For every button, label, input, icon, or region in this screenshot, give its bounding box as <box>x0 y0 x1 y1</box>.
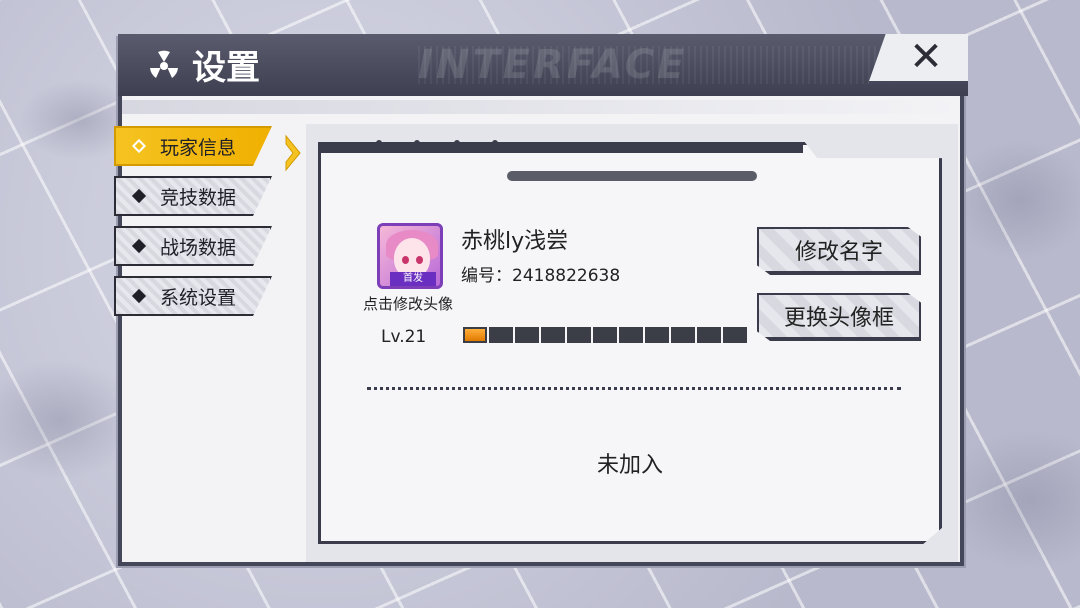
sidebar-item-battlefield-data[interactable]: 战场数据 <box>114 226 272 266</box>
avatar[interactable]: 首发 <box>377 223 443 289</box>
sidebar-item-label: 竞技数据 <box>160 186 237 209</box>
diamond-icon <box>131 238 147 254</box>
exp-segment-empty <box>645 327 669 343</box>
diamond-icon <box>131 138 147 154</box>
card-handle <box>507 171 757 181</box>
close-icon: ✕ <box>909 33 943 80</box>
sidebar-item-arena-data[interactable]: 竞技数据 <box>114 176 272 216</box>
exp-segment-empty <box>723 327 747 343</box>
change-frame-button[interactable]: 更换头像框 <box>757 293 921 341</box>
exp-segment-empty <box>697 327 721 343</box>
rename-button[interactable]: 修改名字 <box>757 227 921 275</box>
diamond-icon <box>131 188 147 204</box>
player-id: 编号：2418822638 <box>461 266 621 286</box>
sidebar-item-system-settings[interactable]: 系统设置 <box>114 276 272 316</box>
exp-segment-empty <box>489 327 513 343</box>
exp-segment-empty <box>567 327 591 343</box>
exp-bar <box>463 327 747 343</box>
player-name: 赤桃ly浅尝 <box>461 229 569 254</box>
close-button[interactable]: ✕ <box>868 33 968 84</box>
header-strip <box>122 100 960 114</box>
sidebar-item-label: 玩家信息 <box>160 136 237 159</box>
divider <box>367 387 901 390</box>
avatar-eye <box>402 256 409 264</box>
exp-segment-empty <box>619 327 643 343</box>
card-top-bar <box>321 145 804 153</box>
exp-segment-empty <box>671 327 695 343</box>
settings-window: INTERFACE 设置 ✕ 玩家信息 竞技数据 战场数据 系统设置 首发 赤桃… <box>114 34 968 566</box>
exp-segment-empty <box>541 327 565 343</box>
sidebar-item-player-info[interactable]: 玩家信息 <box>114 126 272 166</box>
content-panel: 首发 赤桃ly浅尝 编号：2418822638 点击修改头像 Lv.21 修改名… <box>306 124 958 562</box>
guild-status: 未加入 <box>596 453 663 478</box>
exp-segment-empty <box>593 327 617 343</box>
player-level: Lv.21 <box>381 327 427 347</box>
sidebar-item-label: 系统设置 <box>160 286 237 309</box>
page-title: 设置 <box>192 48 260 88</box>
exp-segment-empty <box>515 327 539 343</box>
diamond-icon <box>131 288 147 304</box>
avatar-eye <box>416 256 423 264</box>
title-bar: INTERFACE 设置 ✕ <box>118 34 968 96</box>
decorative-text: INTERFACE <box>418 42 688 88</box>
player-info-card: 首发 赤桃ly浅尝 编号：2418822638 点击修改头像 Lv.21 修改名… <box>318 142 942 544</box>
exp-segment-filled <box>463 327 487 343</box>
avatar-hint[interactable]: 点击修改头像 <box>363 293 453 314</box>
avatar-badge: 首发 <box>390 272 436 286</box>
radiation-icon <box>150 50 178 78</box>
sidebar-item-label: 战场数据 <box>160 236 237 259</box>
chevron-right-icon <box>285 134 301 172</box>
